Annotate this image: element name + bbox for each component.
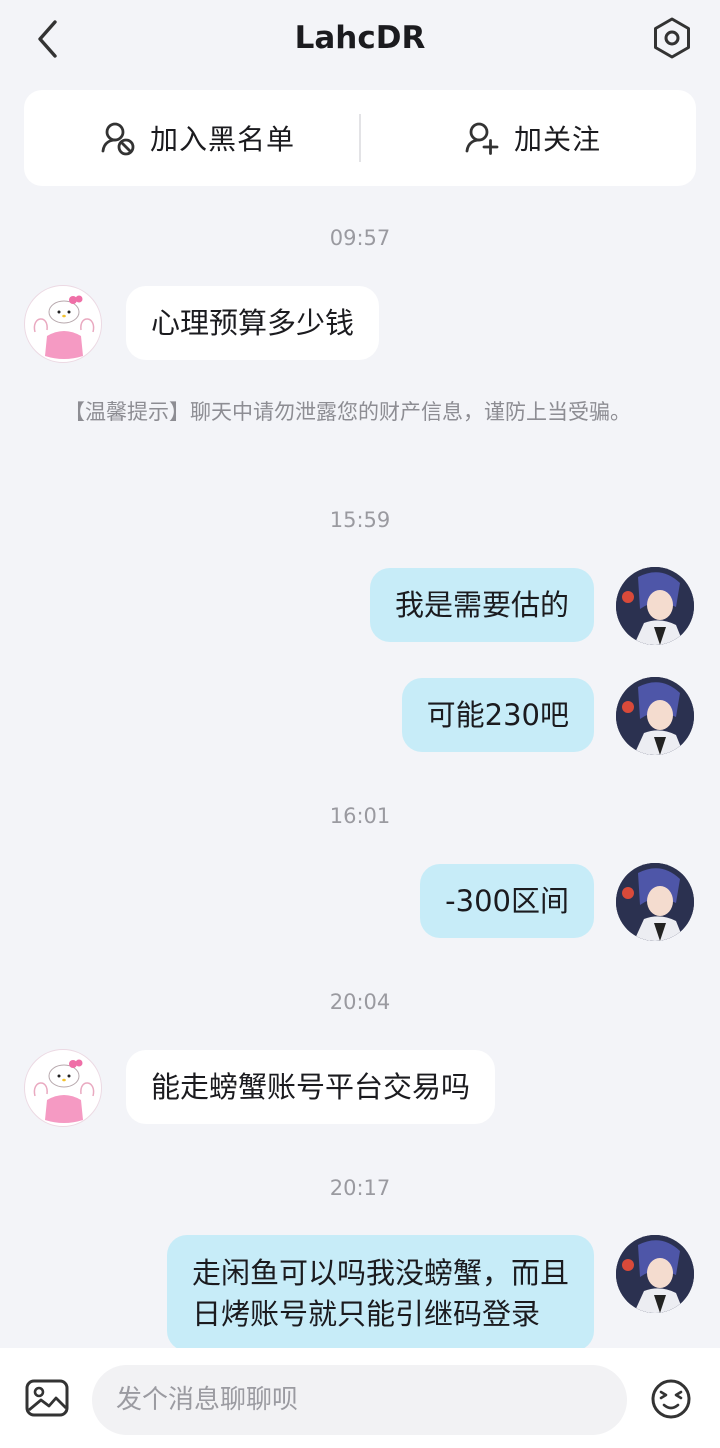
hello-kitty-avatar-icon (33, 295, 95, 359)
message-bubble-outgoing[interactable]: 走闲鱼可以吗我没螃蟹，而且 日烤账号就只能引继码登录 (166, 1235, 594, 1351)
message-bubble-incoming[interactable]: 心理预算多少钱 (126, 286, 380, 360)
contact-avatar[interactable] (24, 285, 102, 363)
message-bubble-outgoing[interactable]: 可能230吧 (401, 678, 594, 752)
anime-character-avatar-icon (616, 567, 694, 645)
message-timestamp: 20:04 (329, 990, 391, 1014)
user-block-icon (101, 122, 135, 156)
safety-tip: 【温馨提示】聊天中请勿泄露您的财产信息，谨防上当受骗。 (64, 400, 631, 424)
anime-character-avatar-icon (616, 1235, 694, 1313)
message-timestamp: 09:57 (329, 226, 391, 250)
user-add-icon (465, 122, 499, 155)
emoji-face-icon (651, 1379, 691, 1419)
image-icon (25, 1379, 69, 1417)
send-image-button[interactable] (24, 1378, 70, 1418)
actions-divider (359, 114, 361, 162)
add-to-blacklist-button[interactable]: 加入黑名单 (100, 90, 295, 186)
settings-button[interactable] (650, 16, 694, 60)
message-bubble-outgoing[interactable]: 我是需要估的 (369, 568, 594, 642)
header-bar: LahcDR (0, 0, 720, 80)
anime-character-avatar-icon (616, 677, 694, 755)
contact-actions-card: 加入黑名单 加关注 (24, 90, 696, 186)
contact-avatar[interactable] (24, 1049, 102, 1127)
message-bubble-outgoing[interactable]: -300区间 (420, 864, 594, 938)
emoji-button[interactable] (650, 1378, 692, 1420)
blacklist-label: 加入黑名单 (150, 123, 296, 156)
user-avatar[interactable] (616, 677, 694, 755)
settings-hexagon-icon (654, 17, 690, 59)
user-avatar[interactable] (616, 567, 694, 645)
message-input[interactable] (92, 1365, 627, 1435)
follow-label: 加关注 (514, 123, 602, 156)
message-line: 走闲鱼可以吗我没螃蟹，而且 (191, 1256, 569, 1290)
page-title: LahcDR (294, 20, 426, 56)
user-avatar[interactable] (616, 1235, 694, 1313)
user-avatar[interactable] (616, 863, 694, 941)
hello-kitty-avatar-icon (33, 1059, 95, 1123)
message-bubble-incoming[interactable]: 能走螃蟹账号平台交易吗 (126, 1050, 496, 1124)
message-line: 日烤账号就只能引继码登录 (191, 1297, 540, 1331)
message-input-bar (0, 1348, 720, 1448)
message-timestamp: 15:59 (329, 508, 391, 532)
message-timestamp: 20:17 (329, 1176, 391, 1200)
anime-character-avatar-icon (616, 863, 694, 941)
follow-button[interactable]: 加关注 (464, 90, 601, 186)
message-timestamp: 16:01 (329, 804, 391, 828)
